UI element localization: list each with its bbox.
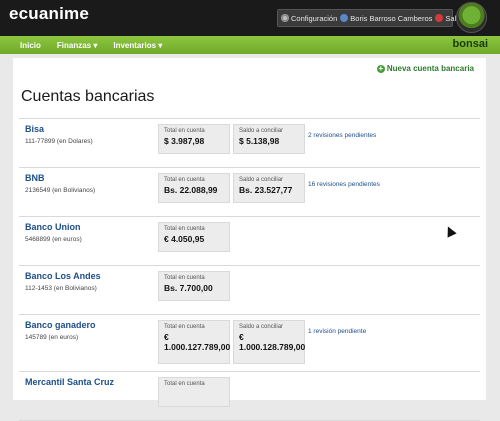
new-account-button[interactable]: + Nueva cuenta bancaria [376, 63, 474, 73]
account-number: 111-77899 (en Dolares) [25, 138, 93, 145]
total-value: Bs. 22.088,99 [164, 185, 218, 195]
pending-revisions-link[interactable]: 16 revisiones pendientes [308, 181, 380, 188]
balance-label: Saldo a conciliar [239, 128, 284, 134]
account-row: Bisa 111-77899 (en Dolares) Total en cue… [19, 118, 480, 168]
total-value: € 1.000.127.789,00 [164, 332, 231, 352]
plus-icon: + [376, 63, 385, 73]
total-label: Total en cuenta [164, 128, 205, 134]
nav-item-inventarios[interactable]: Inventarios ▾ [113, 41, 162, 50]
account-name-link[interactable]: Banco ganadero [25, 320, 96, 330]
balance-value: Bs. 23.527,77 [239, 185, 293, 195]
account-row: Banco Union 5468899 (en euros) Total en … [19, 217, 480, 266]
app-logo-text[interactable]: ecuanime [9, 4, 89, 24]
total-box: Total en cuenta [158, 377, 230, 407]
total-value: Bs. 7.700,00 [164, 283, 213, 293]
nav-brand: bonsai [452, 38, 488, 50]
top-bar: ecuanime Configuración Boris Barroso Cam… [0, 0, 500, 36]
user-link[interactable]: Boris Barroso Camberos [340, 14, 432, 23]
user-name: Boris Barroso Camberos [350, 13, 433, 23]
total-box: Total en cuenta Bs. 7.700,00 [158, 271, 230, 301]
total-label: Total en cuenta [164, 381, 205, 387]
main-content: + Nueva cuenta bancaria Cuentas bancaria… [13, 58, 486, 421]
balance-label: Saldo a conciliar [239, 324, 284, 330]
pending-revisions-link[interactable]: 2 revisiones pendientes [308, 132, 376, 139]
account-row: BNB 2136549 (en Bolivianos) Total en cue… [19, 168, 480, 217]
total-box: Total en cuenta € 4.050,95 [158, 222, 230, 252]
balance-value: $ 5.138,98 [239, 136, 280, 146]
account-row: Banco ganadero 145789 (en euros) Total e… [19, 315, 480, 372]
account-number: 145789 (en euros) [25, 334, 79, 341]
page-title: Cuentas bancarias [21, 88, 155, 105]
account-row: Mercantil Santa Cruz Total en cuenta [19, 372, 480, 421]
balance-box: Saldo a conciliar Bs. 23.527,77 [233, 173, 305, 203]
balance-box: Saldo a conciliar € 1.000.128.789,00 [233, 320, 305, 364]
user-icon [340, 14, 349, 22]
account-name-link[interactable]: Banco Union [25, 222, 81, 232]
nav-item-inicio[interactable]: Inicio [20, 41, 41, 50]
account-row: Banco Los Andes 112-1453 (en Bolivianos)… [19, 266, 480, 315]
account-name-link[interactable]: BNB [25, 173, 45, 183]
accounts-list: Bisa 111-77899 (en Dolares) Total en cue… [13, 118, 486, 421]
total-box: Total en cuenta € 1.000.127.789,00 [158, 320, 230, 364]
total-label: Total en cuenta [164, 177, 205, 183]
total-value: € 4.050,95 [164, 234, 205, 244]
total-label: Total en cuenta [164, 275, 205, 281]
pending-revisions-link[interactable]: 1 revisión pendiente [308, 328, 366, 335]
main-nav: Inicio Finanzas ▾ Inventarios ▾ bonsai [0, 36, 500, 54]
bonsai-logo-icon[interactable] [456, 2, 487, 33]
balance-label: Saldo a conciliar [239, 177, 284, 183]
settings-link[interactable]: Configuración [281, 14, 337, 23]
new-account-label: Nueva cuenta bancaria [386, 64, 474, 73]
total-label: Total en cuenta [164, 324, 205, 330]
total-label: Total en cuenta [164, 226, 205, 232]
settings-label: Configuración [291, 13, 338, 23]
account-name-link[interactable]: Bisa [25, 124, 44, 134]
account-number: 2136549 (en Bolivianos) [25, 187, 96, 194]
power-icon [435, 14, 444, 22]
balance-value: € 1.000.128.789,00 [239, 332, 306, 352]
user-menu: Configuración Boris Barroso Camberos Sal… [277, 9, 460, 27]
total-box: Total en cuenta $ 3.987,98 [158, 124, 230, 154]
account-number: 112-1453 (en Bolivianos) [25, 285, 97, 292]
gear-icon [281, 14, 289, 22]
account-number: 5468899 (en euros) [25, 236, 82, 243]
total-box: Total en cuenta Bs. 22.088,99 [158, 173, 230, 203]
nav-item-finanzas[interactable]: Finanzas ▾ [57, 41, 97, 50]
total-value: $ 3.987,98 [164, 136, 205, 146]
account-name-link[interactable]: Mercantil Santa Cruz [25, 377, 114, 387]
balance-box: Saldo a conciliar $ 5.138,98 [233, 124, 305, 154]
account-name-link[interactable]: Banco Los Andes [25, 271, 101, 281]
